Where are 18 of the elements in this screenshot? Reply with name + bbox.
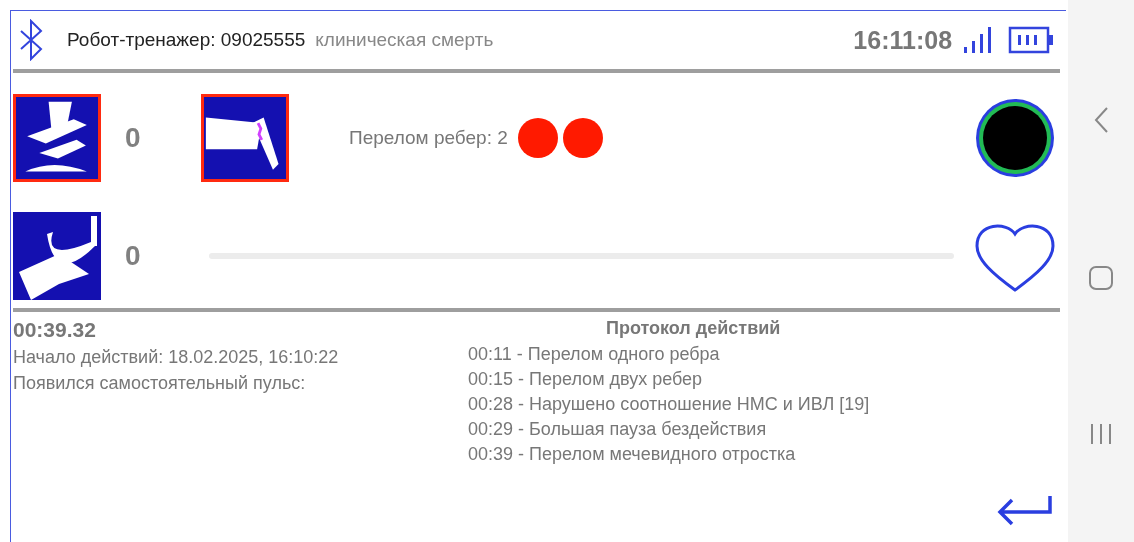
protocol-entry: 00:15 - Перелом двух ребер (468, 368, 704, 391)
start-time: Начало действий: 18.02.2025, 16:10:22 (13, 347, 340, 368)
back-icon[interactable] (1093, 105, 1110, 134)
clock: 16:11:08 (853, 25, 953, 55)
compression-count: 0 (125, 122, 142, 154)
protocol-entry: 00:29 - Большая пауза бездействия (468, 418, 768, 441)
protocol-entry: 00:11 - Перелом одного ребра (468, 343, 721, 366)
device-name: Робот-тренажер: 09025555 (67, 29, 306, 51)
pulse-status: Появился самостоятельный пульс: (13, 373, 307, 394)
protocol-entry: 00:39 - Перелом мечевидного отростка (468, 443, 797, 466)
pulse-indicator-icon (974, 97, 1057, 179)
rib-fracture-label: Перелом ребер: 2 (349, 127, 508, 149)
ventilation-count: 0 (125, 239, 142, 272)
home-icon[interactable] (1088, 265, 1115, 291)
protocol-title: Протокол действий (606, 318, 781, 339)
protocol-entry: 00:28 - Нарушено соотношение НМС и ИВЛ [19] (468, 393, 871, 416)
elapsed-timer: 00:39.32 (13, 318, 97, 342)
mode-label: клиническая смерть (315, 29, 494, 51)
